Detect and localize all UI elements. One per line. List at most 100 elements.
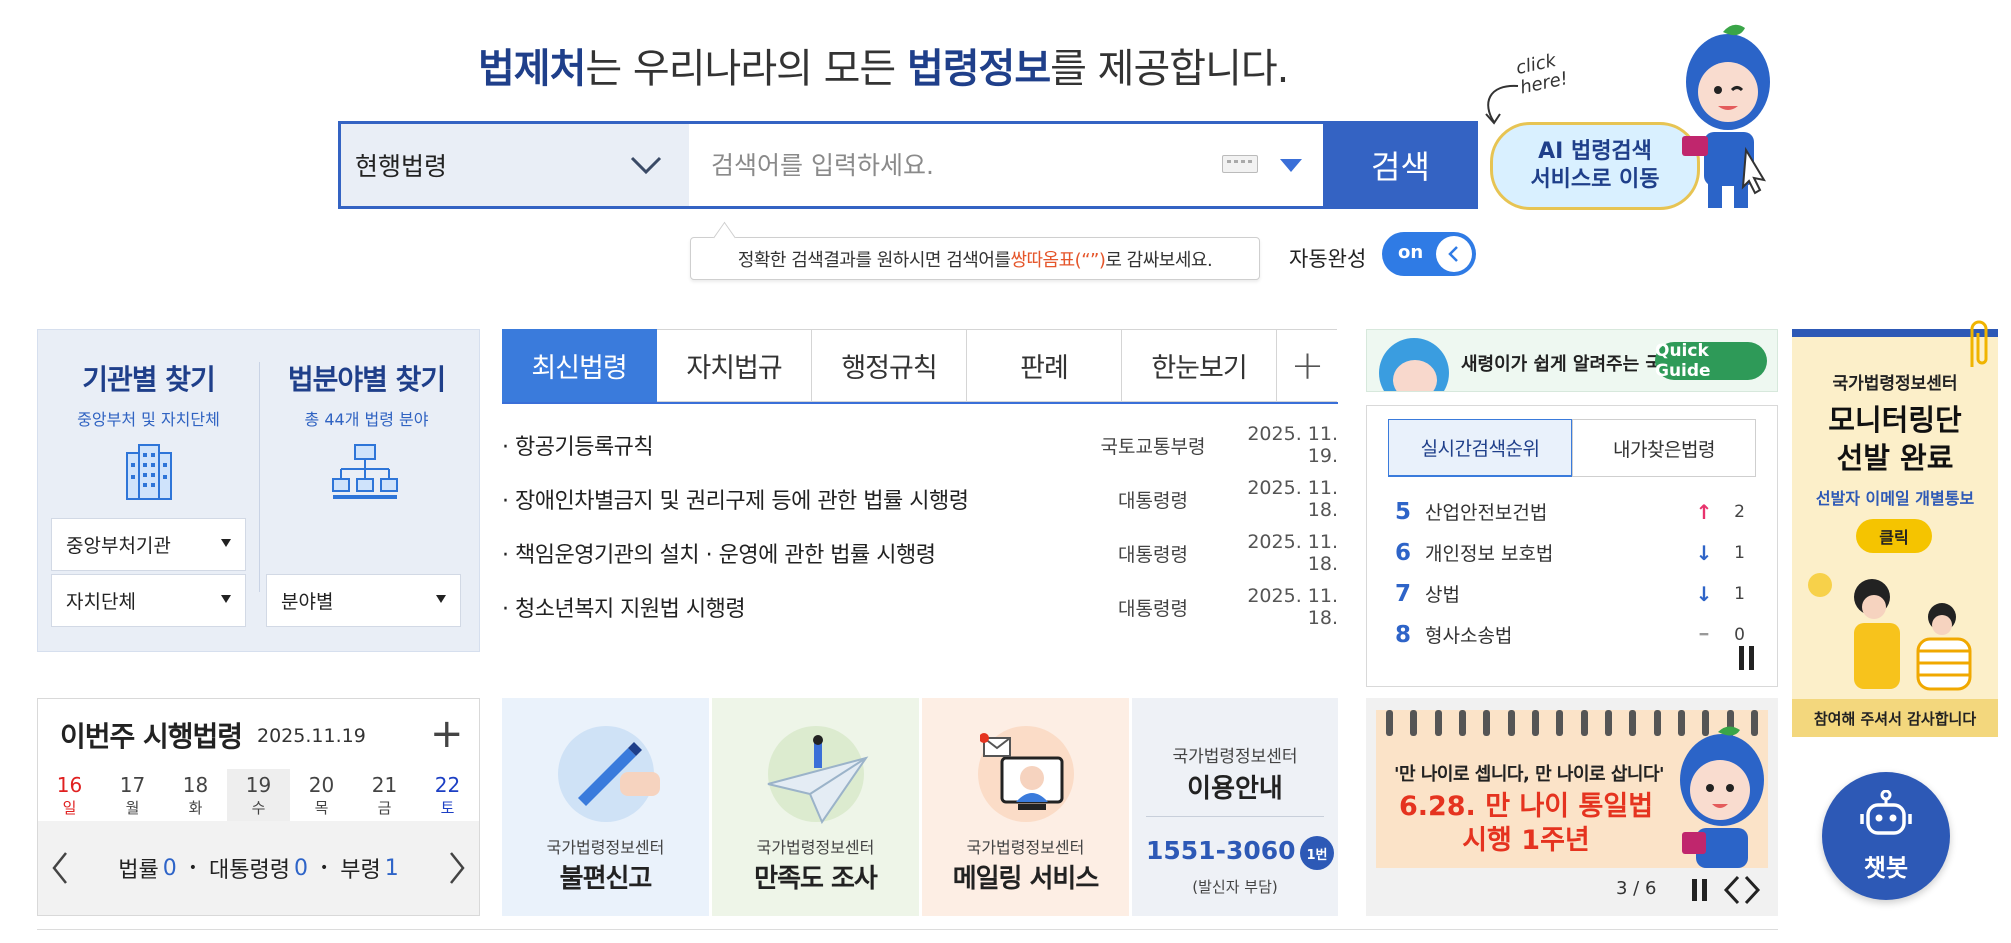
mascot-icon xyxy=(1680,726,1764,868)
ai-search-promo[interactable]: click here! AI 법령검색 서비스로 이동 xyxy=(1478,10,1778,215)
chatbot-button[interactable]: 챗봇 xyxy=(1822,772,1950,900)
day-number: 19 xyxy=(245,773,272,797)
rank-number: 8 xyxy=(1395,621,1412,648)
tab-latest-laws[interactable]: 최신법령 xyxy=(502,329,657,402)
toggle-state: on xyxy=(1398,242,1424,263)
decree-count[interactable]: 0 xyxy=(294,856,308,881)
quick-guide-banner[interactable]: 새령이가 쉽게 알려주는 국법 Quick Guide xyxy=(1366,329,1778,392)
chevron-left-icon[interactable] xyxy=(50,851,70,885)
law-field-select[interactable]: 분야별 xyxy=(266,574,461,627)
dash-icon: ━ xyxy=(1699,626,1709,643)
chevron-left-icon[interactable] xyxy=(1722,874,1742,906)
tabs-more-button[interactable]: + xyxy=(1277,329,1337,402)
ordinance-count[interactable]: 1 xyxy=(385,856,399,881)
day-number: 16 xyxy=(56,773,83,797)
tab-admin-rules[interactable]: 행정규칙 xyxy=(812,329,967,402)
mascot-icon xyxy=(1682,24,1770,208)
rank-number: 5 xyxy=(1395,498,1412,525)
banner-title: 모니터링단 선발 완료 xyxy=(1792,401,1998,477)
help-phone-number[interactable]: 1551-3060 xyxy=(1146,836,1296,865)
tab-overview[interactable]: 한눈보기 xyxy=(1122,329,1277,402)
this-week-more-button[interactable]: + xyxy=(430,711,464,757)
day-weekday: 일 xyxy=(62,799,77,817)
headline-keyword: 법령정보 xyxy=(906,46,1051,92)
complaint-report-card[interactable]: 국가법령정보센터 불편신고 xyxy=(502,698,709,916)
age-banner-quote: '만 나이로 셉니다, 만 나이로 삽니다' xyxy=(1394,764,1665,785)
card-small-label: 국가법령정보센터 xyxy=(1172,747,1298,767)
search-scope-value: 현행법령 xyxy=(355,152,448,181)
dropdown-triangle-icon[interactable] xyxy=(1280,159,1302,172)
building-icon xyxy=(126,444,172,500)
tab-precedents[interactable]: 판례 xyxy=(967,329,1122,402)
find-by-org[interactable]: 기관별 찾기 중앙부처 및 자치단체 xyxy=(51,358,246,430)
keyboard-icon[interactable] xyxy=(1222,155,1258,173)
search-scope-select[interactable]: 현행법령 xyxy=(341,124,689,206)
day-weekday: 수 xyxy=(251,799,266,817)
law-title: · 청소년복지 지원법 시행령 xyxy=(502,597,746,622)
card-small-label: 국가법령정보센터 xyxy=(756,838,875,857)
headline-brand: 법제처 xyxy=(478,46,586,92)
day-thursday[interactable]: 20 목 xyxy=(290,769,353,821)
satisfaction-survey-card[interactable]: 국가법령정보센터 만족도 조사 xyxy=(712,698,919,916)
list-item[interactable]: · 청소년복지 지원법 시행령 대통령령 2025. 11. 18. xyxy=(502,580,1338,634)
rank-law-name: 산업안전보건법 xyxy=(1425,502,1548,524)
law-date: 2025. 11. 18. xyxy=(1247,585,1338,629)
robot-icon xyxy=(1860,790,1912,835)
day-monday[interactable]: 17 월 xyxy=(101,769,164,821)
central-agency-select[interactable]: 중앙부처기관 xyxy=(51,518,246,571)
mailing-service-card[interactable]: 국가법령정보센터 메일링 서비스 xyxy=(922,698,1129,916)
ranking-list: 5 산업안전보건법 ↑ 2 6 개인정보 보호법 ↓ 1 7 상법 ↓ 1 8 … xyxy=(1395,491,1745,655)
rank-change: 1 xyxy=(1734,583,1745,604)
day-sunday[interactable]: 16 일 xyxy=(38,769,101,821)
law-date: 2025. 11. 19. xyxy=(1247,423,1338,467)
usage-guide-card[interactable]: 국가법령정보센터 이용안내 1551-3060 1번 (발신자 부담) xyxy=(1132,698,1338,916)
law-count-label: 법률 xyxy=(118,858,159,883)
day-saturday[interactable]: 22 토 xyxy=(416,769,479,821)
day-friday[interactable]: 21 금 xyxy=(353,769,416,821)
pause-icon[interactable] xyxy=(1739,646,1754,670)
headline: 법제처는 우리나라의 모든 법령정보를 제공합니다. xyxy=(478,36,1289,94)
ranking-row[interactable]: 5 산업안전보건법 ↑ 2 xyxy=(1395,491,1745,532)
pause-icon[interactable] xyxy=(1692,879,1707,901)
day-wednesday-today[interactable]: 19 수 xyxy=(227,769,290,821)
rank-law-name: 개인정보 보호법 xyxy=(1425,543,1554,565)
latest-law-list: · 항공기등록규칙 국토교통부령 2025. 11. 19. · 장애인차별금지… xyxy=(502,418,1338,634)
card-title: 만족도 조사 xyxy=(754,864,878,894)
day-number: 20 xyxy=(308,773,335,797)
autocomplete-toggle[interactable]: on xyxy=(1382,232,1476,276)
age-banner-title-1: 6.28. 만 나이 통일법 xyxy=(1398,791,1654,822)
ai-promo-line-1: AI 법령검색 xyxy=(1538,139,1652,164)
tab-realtime-ranking[interactable]: 실시간검색순위 xyxy=(1388,419,1572,477)
banner-click-button[interactable]: 클릭 xyxy=(1856,519,1932,553)
find-org-subtitle: 중앙부처 및 자치단체 xyxy=(77,410,220,429)
chevron-right-icon[interactable] xyxy=(1742,874,1762,906)
ranking-row[interactable]: 6 개인정보 보호법 ↓ 1 xyxy=(1395,532,1745,573)
chevron-right-icon[interactable] xyxy=(447,851,467,885)
ranking-row[interactable]: 7 상법 ↓ 1 xyxy=(1395,573,1745,614)
list-item[interactable]: · 항공기등록규칙 국토교통부령 2025. 11. 19. xyxy=(502,418,1338,472)
tab-local-laws[interactable]: 자치법규 xyxy=(657,329,812,402)
local-gov-value: 자치단체 xyxy=(66,591,136,613)
find-by-field[interactable]: 법분야별 찾기 총 44개 법령 분야 xyxy=(269,358,464,430)
law-count[interactable]: 0 xyxy=(163,856,177,881)
search-button[interactable]: 검색 xyxy=(1323,121,1478,209)
local-gov-select[interactable]: 자치단체 xyxy=(51,574,246,627)
ranking-row[interactable]: 8 형사소송법 ━ 0 xyxy=(1395,614,1745,655)
monitoring-team-banner[interactable]: 국가법령정보센터 모니터링단 선발 완료 선발자 이메일 개별통보 클릭 참여해… xyxy=(1792,320,1998,737)
list-item[interactable]: · 책임운영기관의 설치 · 운영에 관한 법률 시행령 대통령령 2025. … xyxy=(502,526,1338,580)
card-small-label: 국가법령정보센터 xyxy=(966,838,1085,857)
law-date: 2025. 11. 18. xyxy=(1247,477,1338,521)
separator-dot: • xyxy=(188,860,198,876)
find-field-title: 법분야별 찾기 xyxy=(287,363,446,396)
age-law-banner[interactable]: '만 나이로 셉니다, 만 나이로 삽니다' 6.28. 만 나이 통일법 시행… xyxy=(1376,710,1768,868)
rank-change: 0 xyxy=(1734,624,1745,645)
day-tuesday[interactable]: 18 화 xyxy=(164,769,227,821)
quick-guide-button[interactable]: Quick Guide xyxy=(1655,341,1767,381)
dropdown-arrow-icon xyxy=(221,539,231,547)
age-banner-title: 6.28. 만 나이 통일법 시행 1주년 xyxy=(1376,790,1676,858)
list-item[interactable]: · 장애인차별금지 및 권리구제 등에 관한 법률 시행령 대통령령 2025.… xyxy=(502,472,1338,526)
tab-my-searched-laws[interactable]: 내가찾은법령 xyxy=(1572,419,1756,477)
search-bar: 현행법령 검색 xyxy=(338,121,1478,209)
pen-hand-icon xyxy=(578,742,660,806)
day-weekday: 금 xyxy=(377,799,392,817)
